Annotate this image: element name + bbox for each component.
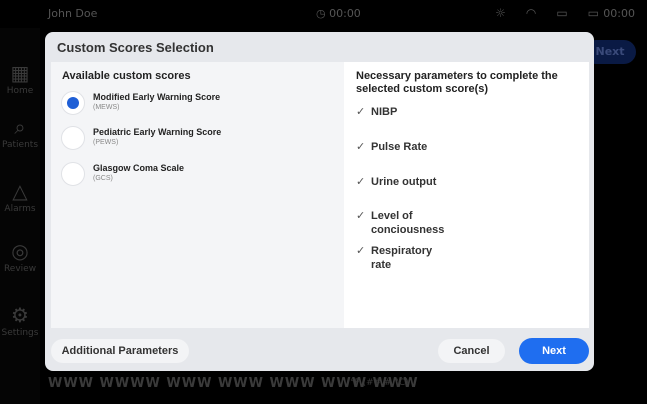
additional-parameters-button[interactable]: Additional Parameters [51, 339, 189, 363]
nav-label: Patients [1, 140, 39, 150]
monitor-icon: ▭ [556, 6, 568, 20]
checkmark-icon: ✓ [356, 141, 366, 153]
radio-button[interactable] [61, 126, 85, 150]
parameter-label: Pulse Rate [371, 141, 428, 153]
score-abbreviation: (MEWS) [93, 104, 120, 111]
warning-triangle-icon: △ [12, 179, 28, 203]
gear-icon: ⚙ [11, 303, 29, 327]
parameters-title: Necessary parameters to complete the sel… [356, 70, 558, 95]
battery-icon: ▭ [587, 6, 599, 20]
score-name: Modified Early Warning Score [93, 92, 221, 102]
sidebar: ▦ Home ⌕ Patients △ Alarms ◎ Review ⚙ Se… [0, 28, 40, 404]
checkmark-icon: ✓ [356, 176, 366, 188]
score-option-pews[interactable]: Pediatric Early Warning Score (PEWS) [61, 126, 331, 154]
score-option-mews[interactable]: Modified Early Warning Score (MEWS) [61, 91, 331, 119]
score-name: Glasgow Coma Scale [93, 163, 185, 173]
available-scores-title: Available custom scores [62, 70, 191, 82]
dialog-body: Available custom scores Modified Early W… [51, 62, 589, 328]
clock-text: 00:00 [329, 7, 361, 20]
nav-home[interactable]: ▦ Home [0, 62, 40, 96]
parameter-label: Level of conciousness [371, 210, 445, 236]
parameter-label: Respiratory rate [371, 245, 433, 271]
wifi-icon: ◠ [525, 6, 537, 20]
status-icons: ☼ ◠ ▭ ▭ [495, 6, 599, 20]
checkmark-icon: ✓ [356, 106, 366, 118]
status-clock: ◷ 00:00 [316, 7, 361, 20]
checkmark-icon: ✓ [356, 210, 366, 222]
custom-scores-dialog: Custom Scores Selection Available custom… [45, 32, 594, 371]
nav-alarms[interactable]: △ Alarms [0, 180, 40, 214]
available-scores-panel: Available custom scores Modified Early W… [51, 62, 344, 328]
radio-button-selected[interactable] [61, 91, 85, 115]
nav-patients[interactable]: ⌕ Patients [0, 116, 40, 150]
checkmark-icon: ✓ [356, 245, 366, 257]
sun-icon: ☼ [495, 6, 506, 20]
status-user: John Doe [48, 7, 98, 20]
nav-label: Settings [1, 328, 39, 338]
necessary-parameters-panel: Necessary parameters to complete the sel… [344, 62, 589, 328]
dialog-title: Custom Scores Selection [57, 40, 214, 55]
patient-search-icon: ⌕ [14, 115, 26, 139]
radio-button[interactable] [61, 162, 85, 186]
review-icon: ◎ [11, 239, 29, 263]
nav-label: Alarms [4, 204, 36, 214]
parameter-label: Urine output [371, 176, 437, 188]
score-name: Pediatric Early Warning Score [93, 127, 222, 137]
nav-review[interactable]: ◎ Review [0, 240, 40, 274]
status-time-right: 00:00 [603, 7, 635, 20]
parameter-label: NIBP [371, 106, 398, 118]
nav-label: Review [3, 264, 37, 274]
score-option-gcs[interactable]: Glasgow Coma Scale (GCS) [61, 162, 331, 190]
nav-settings[interactable]: ⚙ Settings [0, 304, 40, 338]
nav-label: Home [6, 86, 34, 96]
cancel-button[interactable]: Cancel [438, 339, 505, 363]
background-temperature: °F (##.# °C) [350, 378, 409, 388]
score-abbreviation: (GCS) [93, 175, 113, 182]
score-abbreviation: (PEWS) [93, 139, 119, 146]
table-icon: ▦ [10, 61, 30, 85]
next-button[interactable]: Next [519, 338, 589, 364]
status-bar: John Doe ◷ 00:00 ☼ ◠ ▭ ▭ 00:00 [0, 0, 647, 28]
